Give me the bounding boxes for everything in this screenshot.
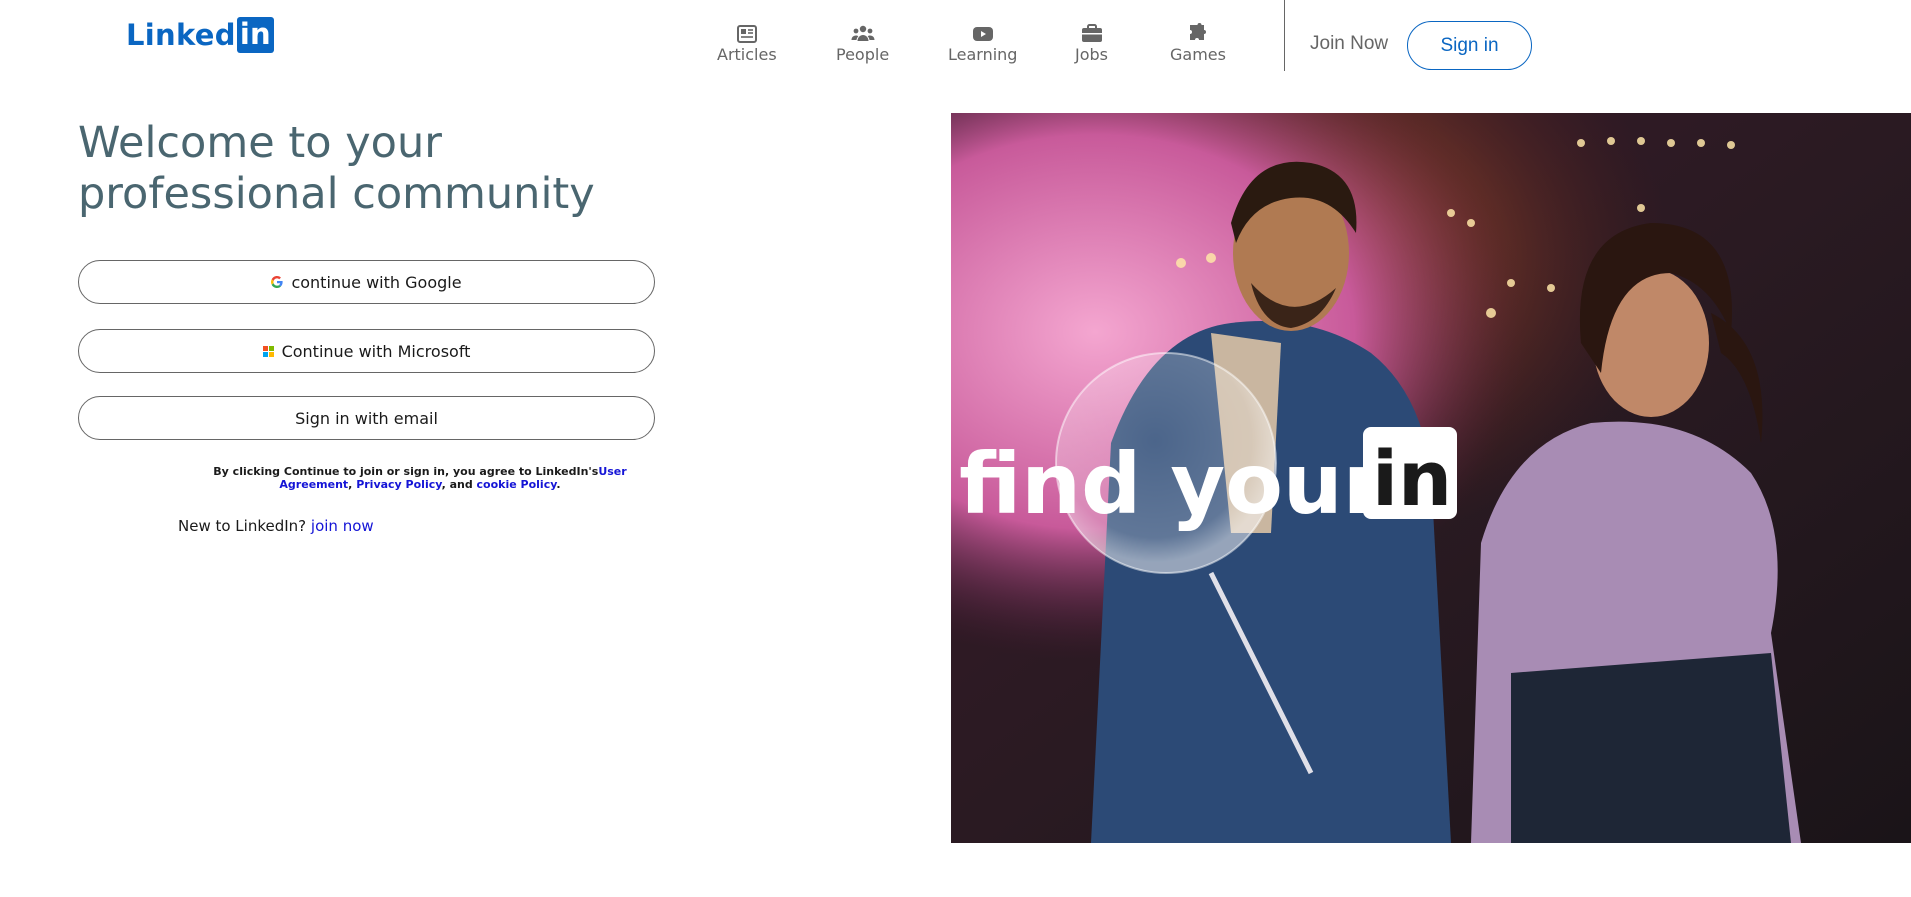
new-to-linkedin: New to LinkedIn? join now xyxy=(178,517,374,535)
legal-end: . xyxy=(556,478,561,491)
join-now-inline-link[interactable]: join now xyxy=(311,517,374,535)
nav-label-articles: Articles xyxy=(717,45,777,64)
newspaper-icon xyxy=(736,25,757,43)
microsoft-button-label: Continue with Microsoft xyxy=(281,341,471,361)
sign-in-button[interactable]: Sign in xyxy=(1407,21,1532,70)
linkedin-logo[interactable]: Linked in xyxy=(126,17,274,53)
email-button-label: Sign in with email xyxy=(295,408,438,428)
briefcase-icon xyxy=(1081,24,1102,42)
hero-photo-illustration: find your in xyxy=(951,113,1911,843)
hero-tagline-in: in xyxy=(1372,434,1452,523)
google-icon xyxy=(271,276,284,288)
people-icon xyxy=(851,25,875,41)
legal-disclaimer: By clicking Continue to join or sign in,… xyxy=(200,465,640,491)
puzzle-piece-icon xyxy=(1189,23,1206,40)
top-navigation-bar: Linked in Articles People Learning Jobs … xyxy=(0,0,1911,80)
new-to-text: New to LinkedIn? xyxy=(178,517,311,535)
microsoft-icon xyxy=(262,345,274,357)
nav-item-games[interactable]: Games xyxy=(1170,22,1226,64)
page-headline: Welcome to your professional community xyxy=(78,118,595,219)
nav-item-learning[interactable]: Learning xyxy=(948,22,1017,64)
legal-prefix: By clicking Continue to join or sign in,… xyxy=(213,465,599,478)
legal-separator-2: , and xyxy=(441,478,477,491)
nav-label-people: People xyxy=(836,45,890,64)
privacy-policy-link[interactable]: Privacy Policy xyxy=(356,478,441,491)
nav-label-learning: Learning xyxy=(948,45,1018,64)
nav-item-people[interactable]: People xyxy=(836,22,889,64)
google-button-label: continue with Google xyxy=(291,272,462,292)
nav-item-articles[interactable]: Articles xyxy=(717,22,777,64)
hero-tagline: find your xyxy=(959,435,1385,533)
join-now-link[interactable]: Join Now xyxy=(1310,33,1388,55)
continue-with-microsoft-button[interactable]: Continue with Microsoft xyxy=(78,329,655,373)
sign-in-with-email-button[interactable]: Sign in with email xyxy=(78,396,655,440)
legal-separator-1: , xyxy=(348,478,357,491)
nav-divider xyxy=(1284,0,1285,71)
hero-image: find your in xyxy=(951,113,1911,843)
nav-label-jobs: Jobs xyxy=(1075,45,1108,64)
nav-label-games: Games xyxy=(1170,45,1226,64)
cookie-policy-link[interactable]: cookie Policy xyxy=(477,478,557,491)
logo-in-box: in xyxy=(236,17,274,53)
continue-with-google-button[interactable]: continue with Google xyxy=(78,260,655,304)
nav-item-jobs[interactable]: Jobs xyxy=(1075,22,1108,64)
play-video-icon xyxy=(972,27,993,41)
logo-text: Linked xyxy=(126,18,236,52)
